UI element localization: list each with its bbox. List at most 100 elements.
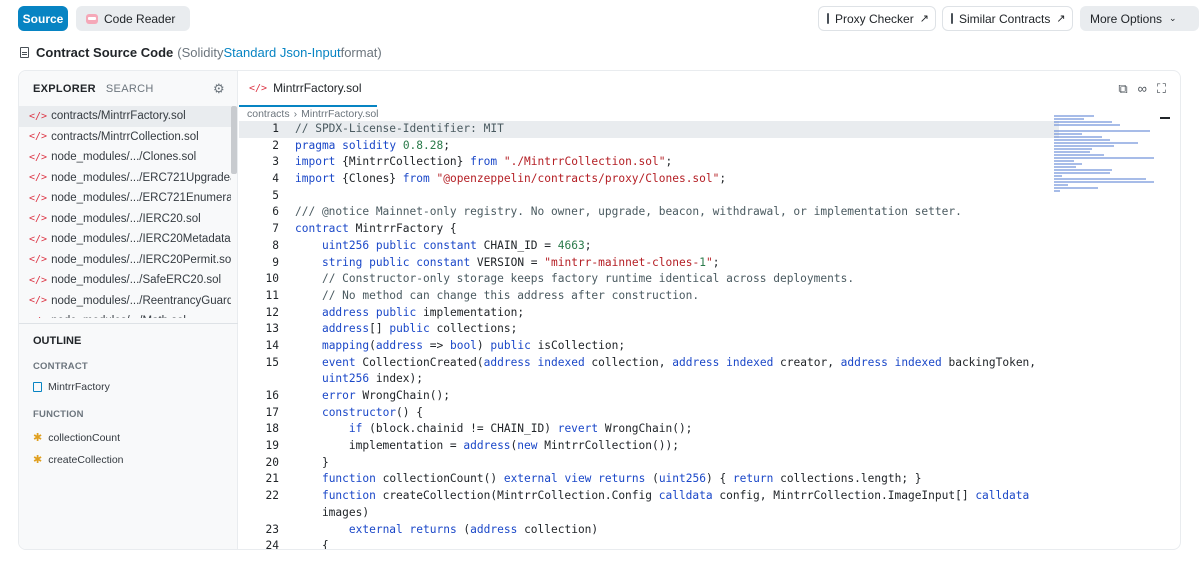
file-item[interactable]: </> node_modules/.../Clones.sol: [19, 147, 231, 168]
gear-icon[interactable]: ⚙: [213, 81, 225, 97]
file-item[interactable]: </> node_modules/.../SafeERC20.sol: [19, 270, 231, 291]
file-item[interactable]: </> node_modules/.../IERC20.sol: [19, 209, 231, 230]
source-button[interactable]: Source: [18, 6, 68, 31]
file-list-scrollbar[interactable]: [231, 106, 237, 174]
minimap-line: [1054, 190, 1060, 192]
more-options-button[interactable]: More Options ⌄: [1080, 6, 1199, 31]
code-line: 15 event CollectionCreated(address index…: [239, 355, 1059, 372]
line-number: 13: [265, 322, 279, 336]
minimap-line: [1054, 160, 1074, 162]
minimap[interactable]: [1054, 115, 1170, 192]
page-title: Contract Source Code (Solidity Standard …: [20, 45, 382, 60]
file-item[interactable]: </> node_modules/.../IERC20Permit.sol: [19, 250, 231, 271]
line-text: // Constructor-only storage keeps factor…: [321, 272, 855, 286]
outline-contract-item[interactable]: MintrrFactory: [33, 381, 110, 393]
line-number: 6: [272, 205, 279, 219]
outline-function-item[interactable]: ✱ collectionCount: [33, 431, 120, 445]
code-reader-label: Code Reader: [104, 11, 176, 26]
line-text: uint256 index);: [321, 372, 423, 386]
code-line: 9 string public constant VERSION = "mint…: [239, 255, 1059, 272]
file-item-label: node_modules/.../ReentrancyGuardUpgradea…: [51, 294, 231, 307]
code-reader-button[interactable]: Code Reader: [76, 6, 190, 31]
file-item[interactable]: </>node_modules/.../ReentrancyGuardUpgra…: [19, 291, 231, 312]
minimap-line: [1054, 169, 1112, 171]
breadcrumb-file[interactable]: MintrrFactory.sol: [301, 108, 378, 120]
more-options-label: More Options: [1090, 11, 1163, 26]
file-item[interactable]: </> contracts/MintrrCollection.sol: [19, 127, 231, 148]
line-number: 9: [272, 255, 279, 269]
document-icon: [827, 13, 829, 24]
line-text: import {MintrrCollection} from "./Mintrr…: [295, 155, 673, 169]
tab-explorer[interactable]: EXPLORER: [33, 83, 96, 95]
line-text: }: [295, 455, 329, 469]
minimap-line: [1054, 154, 1104, 156]
minimap-line: [1054, 166, 1076, 168]
code-line: 4 import {Clones} from "@openzeppelin/con…: [239, 171, 1059, 188]
code-icon: </>: [29, 295, 48, 307]
line-number: 4: [272, 172, 279, 186]
code-icon: </>: [29, 131, 48, 143]
file-item[interactable]: </>node_modules/.../ERC721Upgradeable.so…: [19, 168, 231, 189]
line-number: 20: [265, 455, 279, 469]
file-item[interactable]: </> node_modules/.../Math.sol: [19, 311, 231, 318]
page-title-text: Contract Source Code: [36, 45, 174, 60]
outline-title: OUTLINE: [19, 323, 238, 355]
function-icon: ✱: [33, 432, 43, 444]
tab-file[interactable]: </> MintrrFactory.sol: [239, 71, 377, 107]
line-text: // SPDX-License-Identifier: MIT: [295, 122, 504, 135]
outline-contract-name: MintrrFactory: [48, 381, 110, 393]
line-text: pragma solidity 0.8.28;: [295, 138, 450, 152]
line-number: 19: [265, 439, 279, 453]
minimap-line: [1054, 115, 1094, 117]
tab-search[interactable]: SEARCH: [106, 83, 154, 95]
document-icon: [951, 13, 953, 24]
line-number: 16: [265, 389, 279, 402]
line-number: 11: [265, 288, 279, 302]
code-line: uint256 index);: [239, 371, 1059, 388]
minimap-slider[interactable]: [1160, 117, 1170, 119]
code-reader-icon: [86, 13, 98, 24]
proxy-checker-button[interactable]: Proxy Checker ↗: [818, 6, 936, 31]
file-item-label: node_modules/.../ERC721Enumerable.sol: [51, 192, 231, 205]
code-icon: </>: [29, 254, 48, 266]
format-link[interactable]: Standard Json-Input: [224, 45, 341, 60]
editor-actions: ⧉ ∞ ⛶: [1118, 81, 1166, 97]
minimap-line: [1054, 133, 1082, 135]
outline-function-item[interactable]: ✱ createCollection: [33, 453, 124, 467]
line-number: 7: [272, 222, 279, 236]
line-text: event CollectionCreated(address indexed …: [321, 355, 1037, 369]
line-number: 5: [272, 188, 279, 202]
outline-contract-label: CONTRACT: [33, 361, 88, 372]
code-line: 11 // No method can change this address …: [239, 288, 1059, 305]
line-number: 10: [265, 272, 279, 286]
sidebar: EXPLORER SEARCH ⚙ </> contracts/MintrrFact…: [19, 71, 238, 549]
similar-contracts-button[interactable]: Similar Contracts ↗: [942, 6, 1073, 31]
line-number: 14: [265, 338, 279, 352]
file-item-label: node_modules/.../IERC20.sol: [51, 212, 201, 225]
file-item[interactable]: </> contracts/MintrrFactory.sol: [19, 106, 231, 127]
minimap-line: [1054, 130, 1150, 132]
line-number: 24: [265, 539, 279, 550]
file-item[interactable]: </> node_modules/.../IERC20Metadata.sol: [19, 229, 231, 250]
code-line: 13 address[] public collections;: [239, 321, 1059, 338]
file-list: </> contracts/MintrrFactory.sol </> contrac…: [19, 106, 238, 318]
link-icon[interactable]: ∞: [1138, 81, 1147, 97]
minimap-line: [1054, 184, 1068, 186]
code-line: 17 constructor() {: [239, 405, 1059, 422]
code-area[interactable]: 1 // SPDX-License-Identifier: MIT 2 pragma …: [239, 121, 1059, 550]
line-number: 21: [265, 472, 279, 486]
fullscreen-icon[interactable]: ⛶: [1157, 81, 1166, 97]
proxy-checker-label: Proxy Checker: [835, 11, 914, 26]
file-item[interactable]: </>node_modules/.../ERC721Enumerable.sol: [19, 188, 231, 209]
code-icon: </>: [249, 82, 268, 94]
external-link-icon: ↗: [919, 13, 929, 25]
code-line: 6 /// @notice Mainnet-only registry. No o…: [239, 204, 1059, 221]
minimap-line: [1054, 139, 1110, 141]
line-text: address[] public collections;: [321, 322, 518, 336]
minimap-line: [1054, 136, 1102, 138]
code-line: 8 uint256 public constant CHAIN_ID = 466…: [239, 238, 1059, 255]
contract-icon: [33, 382, 42, 392]
breadcrumb-folder[interactable]: contracts: [247, 108, 290, 120]
line-text: images): [295, 505, 370, 519]
copy-icon[interactable]: ⧉: [1118, 81, 1127, 97]
